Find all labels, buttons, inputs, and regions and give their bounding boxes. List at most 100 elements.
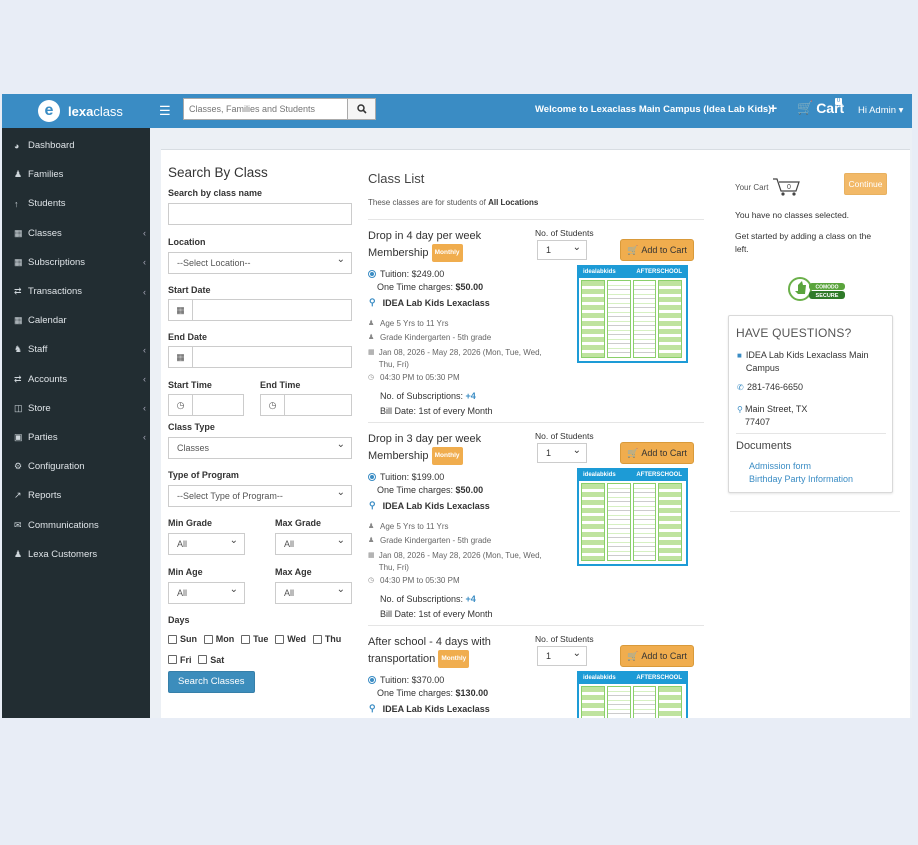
sidebar-item-configuration[interactable]: ⚙ Configuration: [2, 452, 150, 481]
divider: [736, 433, 886, 434]
monthly-badge: Monthly: [431, 447, 463, 465]
class-time: ◷ 04:30 PM to 05:30 PM: [368, 373, 460, 382]
comodo-bottom-text: SECURE: [816, 293, 839, 299]
location-note-prefix: These classes are for students of: [368, 198, 489, 207]
day-checkbox-mon[interactable]: Mon: [203, 630, 235, 648]
time-text: 04:30 PM to 05:30 PM: [380, 373, 460, 382]
birthday-party-link[interactable]: Birthday Party Information: [749, 474, 853, 484]
sidebar-item-reports[interactable]: ↗ Reports: [2, 481, 150, 510]
tuition-option[interactable]: Tuition: $199.00: [368, 472, 444, 482]
menu-toggle-icon[interactable]: ☰: [159, 103, 171, 119]
program-type-value: --Select Type of Program--: [177, 491, 283, 501]
tuition-option[interactable]: Tuition: $370.00: [368, 675, 444, 685]
brand-logo[interactable]: e lexaclass: [2, 94, 150, 128]
days-label: Days: [168, 615, 190, 625]
calendar-icon: ▦: [14, 227, 23, 238]
sidebar-item-families[interactable]: ♟ Families: [2, 160, 150, 189]
time-labels: Start Time End Time: [168, 380, 353, 390]
class-location: ⚲ IDEA Lab Kids Lexaclass: [369, 703, 490, 714]
grade-text: Grade Kindergarten - 5th grade: [380, 333, 492, 342]
sidebar-item-store[interactable]: ◫ Store ‹: [2, 394, 150, 423]
sidebar-item-staff[interactable]: ♞ Staff ‹: [2, 335, 150, 364]
min-grade-select[interactable]: All: [168, 533, 245, 555]
end-time-input[interactable]: [284, 394, 352, 416]
students-quantity-select[interactable]: 1: [537, 240, 587, 260]
day-checkbox-fri[interactable]: Fri: [168, 651, 192, 669]
sidebar-item-students[interactable]: ↑ Students: [2, 189, 150, 218]
program-type-select[interactable]: --Select Type of Program--: [168, 485, 352, 507]
subscriptions-count: No. of Subscriptions: +4: [380, 594, 476, 604]
max-age-select[interactable]: All: [275, 582, 352, 604]
sidebar-item-label: Transactions: [28, 286, 83, 298]
max-grade-select[interactable]: All: [275, 533, 352, 555]
location-select[interactable]: --Select Location--: [168, 252, 352, 274]
day-checkbox-thu[interactable]: Thu: [312, 630, 341, 648]
tuition-text: Tuition: $199.00: [380, 472, 445, 482]
sidebar-item-transactions[interactable]: ⇄ Transactions ‹: [2, 277, 150, 306]
map-marker-icon: ⚲: [369, 297, 376, 307]
continue-button[interactable]: Continue: [844, 173, 887, 195]
max-grade-label: Max Grade: [275, 518, 322, 528]
add-plus-button[interactable]: +: [769, 100, 777, 116]
cart-hint: Get started by adding a class on the lef…: [735, 231, 872, 254]
user-icon: ♟: [368, 320, 375, 327]
day-checkbox-tue[interactable]: Tue: [241, 630, 268, 648]
monthly-badge: Monthly: [431, 244, 463, 262]
class-flyer-image[interactable]: idealabkids AFTERSCHOOL: [577, 265, 688, 363]
age-labels: Min Age Max Age: [168, 567, 353, 577]
sidebar-item-parties[interactable]: ▣ Parties ‹: [2, 423, 150, 452]
add-to-cart-button[interactable]: 🛒 Add to Cart: [620, 239, 694, 261]
sidebar-item-dashboard[interactable]: ◕ Dashboard: [2, 131, 150, 160]
sidebar-item-subscriptions[interactable]: ▦ Subscriptions ‹: [2, 248, 150, 277]
students-quantity-select[interactable]: 1: [537, 443, 587, 463]
day-label: Wed: [287, 634, 307, 644]
class-flyer-image[interactable]: idealabkids AFTERSCHOOL: [577, 671, 688, 718]
comodo-top-text: COMODO: [815, 285, 838, 291]
class-list: Class List These classes are for student…: [368, 150, 704, 718]
students-quantity-select[interactable]: 1: [537, 646, 587, 666]
class-type-select[interactable]: Classes: [168, 437, 352, 459]
start-date-input[interactable]: [192, 299, 352, 321]
checkbox-icon: [275, 634, 285, 644]
sidebar-item-calendar[interactable]: ▦ Calendar: [2, 306, 150, 335]
sidebar-item-lexa-customers[interactable]: ♟ Lexa Customers: [2, 540, 150, 569]
class-flyer-image[interactable]: idealabkids AFTERSCHOOL: [577, 468, 688, 566]
day-checkbox-wed[interactable]: Wed: [275, 630, 306, 648]
end-date-input[interactable]: [192, 346, 352, 368]
start-time-input[interactable]: [192, 394, 244, 416]
add-to-cart-button[interactable]: 🛒 Add to Cart: [620, 645, 694, 667]
monthly-badge: Monthly: [438, 650, 470, 668]
sidebar-item-communications[interactable]: ✉ Communications: [2, 510, 150, 539]
time-text: 04:30 PM to 05:30 PM: [380, 576, 460, 585]
global-search-input[interactable]: [183, 98, 348, 120]
admission-form-link[interactable]: Admission form: [749, 461, 811, 471]
quantity-value: 1: [546, 448, 552, 458]
add-to-cart-label: Add to Cart: [641, 245, 687, 255]
admin-menu[interactable]: Hi Admin ▾: [858, 105, 903, 116]
one-time-value: $130.00: [455, 688, 489, 698]
location-note: These classes are for students of All Lo…: [368, 198, 704, 207]
max-grade-value: All: [284, 539, 295, 549]
subscriptions-link[interactable]: +4: [466, 594, 476, 604]
subscriptions-link[interactable]: +4: [466, 391, 476, 401]
day-label: Sat: [210, 654, 225, 665]
class-name-input[interactable]: [168, 203, 352, 225]
day-checkbox-sun[interactable]: Sun: [168, 630, 197, 648]
age-text: Age 5 Yrs to 11 Yrs: [380, 522, 449, 531]
calendar-icon: ▦: [368, 349, 375, 356]
add-to-cart-button[interactable]: 🛒 Add to Cart: [620, 442, 694, 464]
min-age-select[interactable]: All: [168, 582, 245, 604]
search-button[interactable]: [348, 98, 376, 120]
flyer-title: AFTERSCHOOL: [636, 269, 682, 275]
exchange-icon: ⇄: [14, 286, 22, 297]
day-checkbox-sat[interactable]: Sat: [198, 651, 224, 669]
sidebar-item-classes[interactable]: ▦ Classes ‹: [2, 219, 150, 248]
calendar-check-icon: ▦: [14, 315, 23, 326]
search-classes-button[interactable]: Search Classes: [168, 671, 255, 693]
one-time-value: $50.00: [455, 282, 484, 292]
tuition-option[interactable]: Tuition: $249.00: [368, 269, 444, 279]
day-label: Mon: [215, 634, 235, 644]
class-grade: ♟ Grade Kindergarten - 5th grade: [368, 536, 491, 545]
radio-selected-icon: [368, 676, 376, 684]
sidebar-item-accounts[interactable]: ⇄ Accounts ‹: [2, 365, 150, 394]
